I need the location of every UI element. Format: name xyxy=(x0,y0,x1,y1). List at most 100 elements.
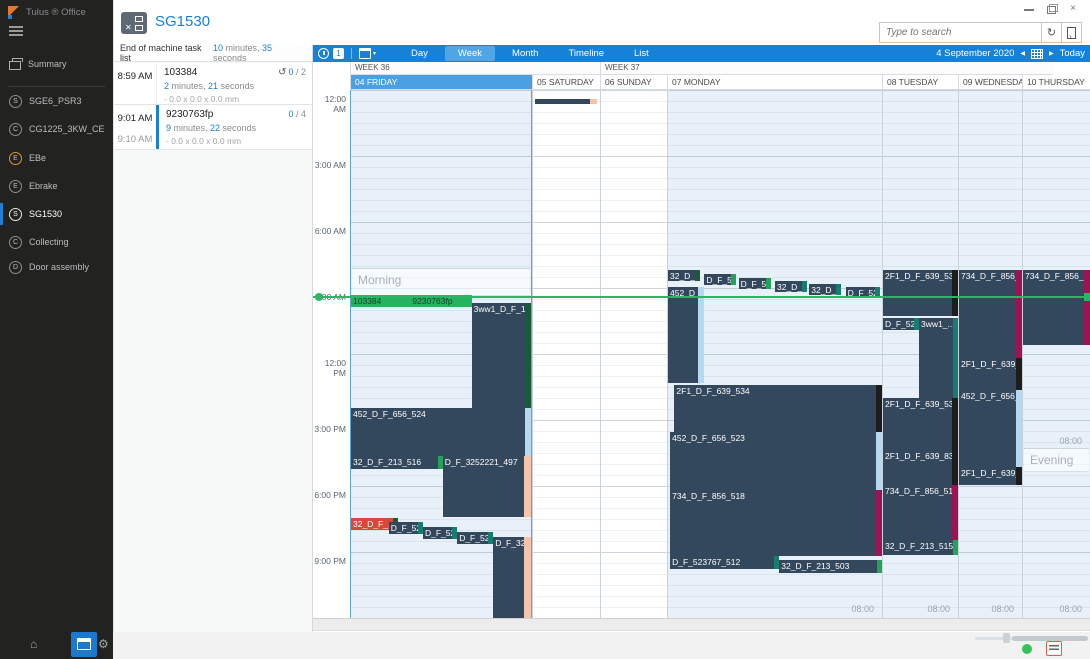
summary-icon xyxy=(9,61,21,70)
minimize-button[interactable] xyxy=(1024,4,1034,14)
calendar-event[interactable]: D_F_52... xyxy=(704,274,736,285)
machine-letter-icon: E xyxy=(9,152,22,165)
time-label: 12:00 PM xyxy=(313,358,346,378)
redo-icon: ↺ xyxy=(278,67,286,78)
day-header-09-wednesday[interactable]: 09 WEDNESDAY xyxy=(958,75,1022,90)
calendar-event[interactable]: D_F_52... xyxy=(739,278,771,289)
gear-icon[interactable]: ⚙ xyxy=(98,637,109,651)
sidebar-item-cg1225-3kw-ce[interactable]: C CG1225_3KW_CE xyxy=(0,117,113,141)
calendar-event[interactable]: 2F1_D_F_639_533 xyxy=(883,398,958,450)
task-row[interactable]: 9:01 AM9:10 AM 9230763fp 0 / 4 9 minutes… xyxy=(114,105,312,150)
shift-duration-label: 08:00 xyxy=(1059,604,1082,614)
task-name: 9230763fp xyxy=(166,109,306,120)
calendar-event[interactable]: D_F_523767_512 xyxy=(670,556,779,569)
calendar-event[interactable]: D_F_3252221_497 xyxy=(443,456,531,517)
calendar-event[interactable]: 32_D_F_... xyxy=(668,270,700,281)
shift-duration-label: 08:00 xyxy=(991,604,1014,614)
day-header-05-saturday[interactable]: 05 SATURDAY xyxy=(532,75,600,90)
calendar-event[interactable]: 2F1_D_F_639_832... xyxy=(959,467,1022,485)
calendar-icon xyxy=(77,638,91,650)
machine-header-icon: ✕ xyxy=(121,12,147,34)
day-header-08-tuesday[interactable]: 08 TUESDAY xyxy=(882,75,958,90)
tab-day[interactable]: Day xyxy=(398,46,441,61)
task-duration: 2 minutes, 21 seconds xyxy=(164,81,306,91)
calendar-event[interactable]: D_F_523... xyxy=(883,318,919,330)
calendar-event[interactable]: 452_D_... xyxy=(668,287,704,383)
date-grid-icon[interactable] xyxy=(1031,49,1043,59)
menu-icon[interactable] xyxy=(9,26,23,36)
sidebar-item-door-assembly[interactable]: D Door assembly xyxy=(0,255,113,279)
next-icon[interactable]: ▶ xyxy=(1049,50,1054,57)
sidebar-item-summary[interactable]: Summary xyxy=(0,52,113,76)
sidebar-item-label: SG1530 xyxy=(29,209,62,219)
calendar-event[interactable]: 3ww1_D_F_13_4... xyxy=(472,303,531,408)
clock-icon[interactable] xyxy=(318,48,329,59)
calendar-event[interactable]: 2F1_D_F_639_532 xyxy=(959,358,1022,390)
calendar-event[interactable]: 2F1_D_F_639_531 xyxy=(883,270,958,316)
day-header-07-monday[interactable]: 07 MONDAY xyxy=(667,75,882,90)
calendar-event[interactable]: D_F_52... xyxy=(389,522,423,534)
task-dimensions: - 0.0 x 0.0 x 0.0 mm xyxy=(166,136,306,146)
calendar-event[interactable]: 734_D_F_856_520 xyxy=(1023,270,1090,345)
machine-letter-icon: S xyxy=(9,208,22,221)
calendar-picker-icon[interactable] xyxy=(359,48,371,59)
sidebar-item-ebrake[interactable]: E Ebrake xyxy=(0,174,113,198)
sidebar-divider xyxy=(8,86,105,87)
calendar-event[interactable]: D_F_32... xyxy=(493,537,531,618)
today-button[interactable]: Today xyxy=(1060,48,1085,59)
app-brand: Tulus ® Office xyxy=(8,6,86,18)
task-count: 0 / 4 xyxy=(288,109,306,119)
prev-icon[interactable]: ◀ xyxy=(1020,50,1025,57)
day-header-10-thursday[interactable]: 10 THURSDAY xyxy=(1022,75,1090,90)
sidebar-item-sg1530[interactable]: S SG1530 xyxy=(0,202,113,226)
scheduler-tab-active[interactable] xyxy=(71,632,97,657)
calendar-event[interactable]: 2F1_D_F_639_534 xyxy=(674,385,882,432)
chevron-down-icon[interactable]: ▾ xyxy=(373,50,376,57)
calendar-event[interactable]: D_F_52... xyxy=(423,527,457,539)
calendar-event[interactable]: 32_D_F_213_515 xyxy=(883,540,958,555)
sidebar-item-collecting[interactable]: C Collecting xyxy=(0,230,113,254)
task-row[interactable]: 8:59 AM 103384 ↺0 / 2 2 minutes, 21 seco… xyxy=(114,63,312,105)
calendar-event[interactable]: 2F1_D_F_639_832_D... xyxy=(883,450,958,485)
day-column-05-saturday xyxy=(532,90,600,618)
calendar-event[interactable]: 32_D_F_... xyxy=(775,281,807,292)
shift-section-morning: Morning xyxy=(352,268,530,296)
calendar-event[interactable]: 734_D_F_856_517 xyxy=(959,270,1022,358)
day-header-04-friday[interactable]: 04 FRIDAY xyxy=(350,75,532,90)
calendar-event[interactable]: 32_D_F_... xyxy=(809,284,841,295)
tab-month[interactable]: Month xyxy=(499,46,551,61)
new-page-button[interactable] xyxy=(1062,22,1082,43)
page-title: SG1530 xyxy=(155,13,210,30)
refresh-button[interactable]: ↻ xyxy=(1042,22,1062,43)
restore-button[interactable] xyxy=(1046,4,1056,14)
top-header: ✕ SG1530 ↻ × xyxy=(113,0,1090,45)
alert-list-icon[interactable] xyxy=(1046,641,1062,656)
scrollbar-knob[interactable] xyxy=(1003,633,1010,643)
shift-section-evening: Evening xyxy=(1024,448,1089,472)
day-column-09-wednesday: 734_D_F_856_5172F1_D_F_639_532452_D_F_65… xyxy=(958,90,1022,618)
shift-duration-label: 08:00 xyxy=(1059,436,1082,446)
calendar-event[interactable]: 734_D_F_856_518 xyxy=(670,490,882,556)
calendar-event[interactable]: 452_D_F_656_524 xyxy=(351,408,531,456)
calendar-toolbar: 1 ▾ DayWeekMonthTimelineList 4 September… xyxy=(313,45,1090,62)
calendar-event[interactable]: 3ww1_... xyxy=(919,318,958,398)
current-time-line xyxy=(313,296,1090,298)
tab-timeline[interactable]: Timeline xyxy=(555,46,617,61)
calendar-event[interactable]: D_F_52... xyxy=(457,532,493,544)
calendar-event[interactable]: 452_D_F_656_523 xyxy=(670,432,882,490)
current-time-dot xyxy=(315,293,323,301)
calendar-event[interactable]: 734_D_F_856_519 xyxy=(883,485,958,540)
sidebar-item-ebe[interactable]: E EBe xyxy=(0,146,113,170)
sidebar-item-sge6-psr3[interactable]: S SGE6_PSR3 xyxy=(0,89,113,113)
tab-list[interactable]: List xyxy=(621,46,662,61)
day-column-08-tuesday: 2F1_D_F_639_531D_F_523...3ww1_...2F1_D_F… xyxy=(882,90,958,618)
calendar-event[interactable] xyxy=(535,99,597,104)
close-button[interactable]: × xyxy=(1068,4,1078,14)
calendar-event[interactable]: 452_D_F_656_527 xyxy=(959,390,1022,467)
calendar-event[interactable]: 32_D_F_213_503 xyxy=(779,560,882,573)
calendar-event[interactable]: 32_D_F_213_516 xyxy=(351,456,443,469)
tab-week[interactable]: Week xyxy=(445,46,495,61)
search-input[interactable] xyxy=(879,22,1042,43)
home-icon[interactable]: ⌂ xyxy=(30,637,37,651)
day-header-06-sunday[interactable]: 06 SUNDAY xyxy=(600,75,667,90)
